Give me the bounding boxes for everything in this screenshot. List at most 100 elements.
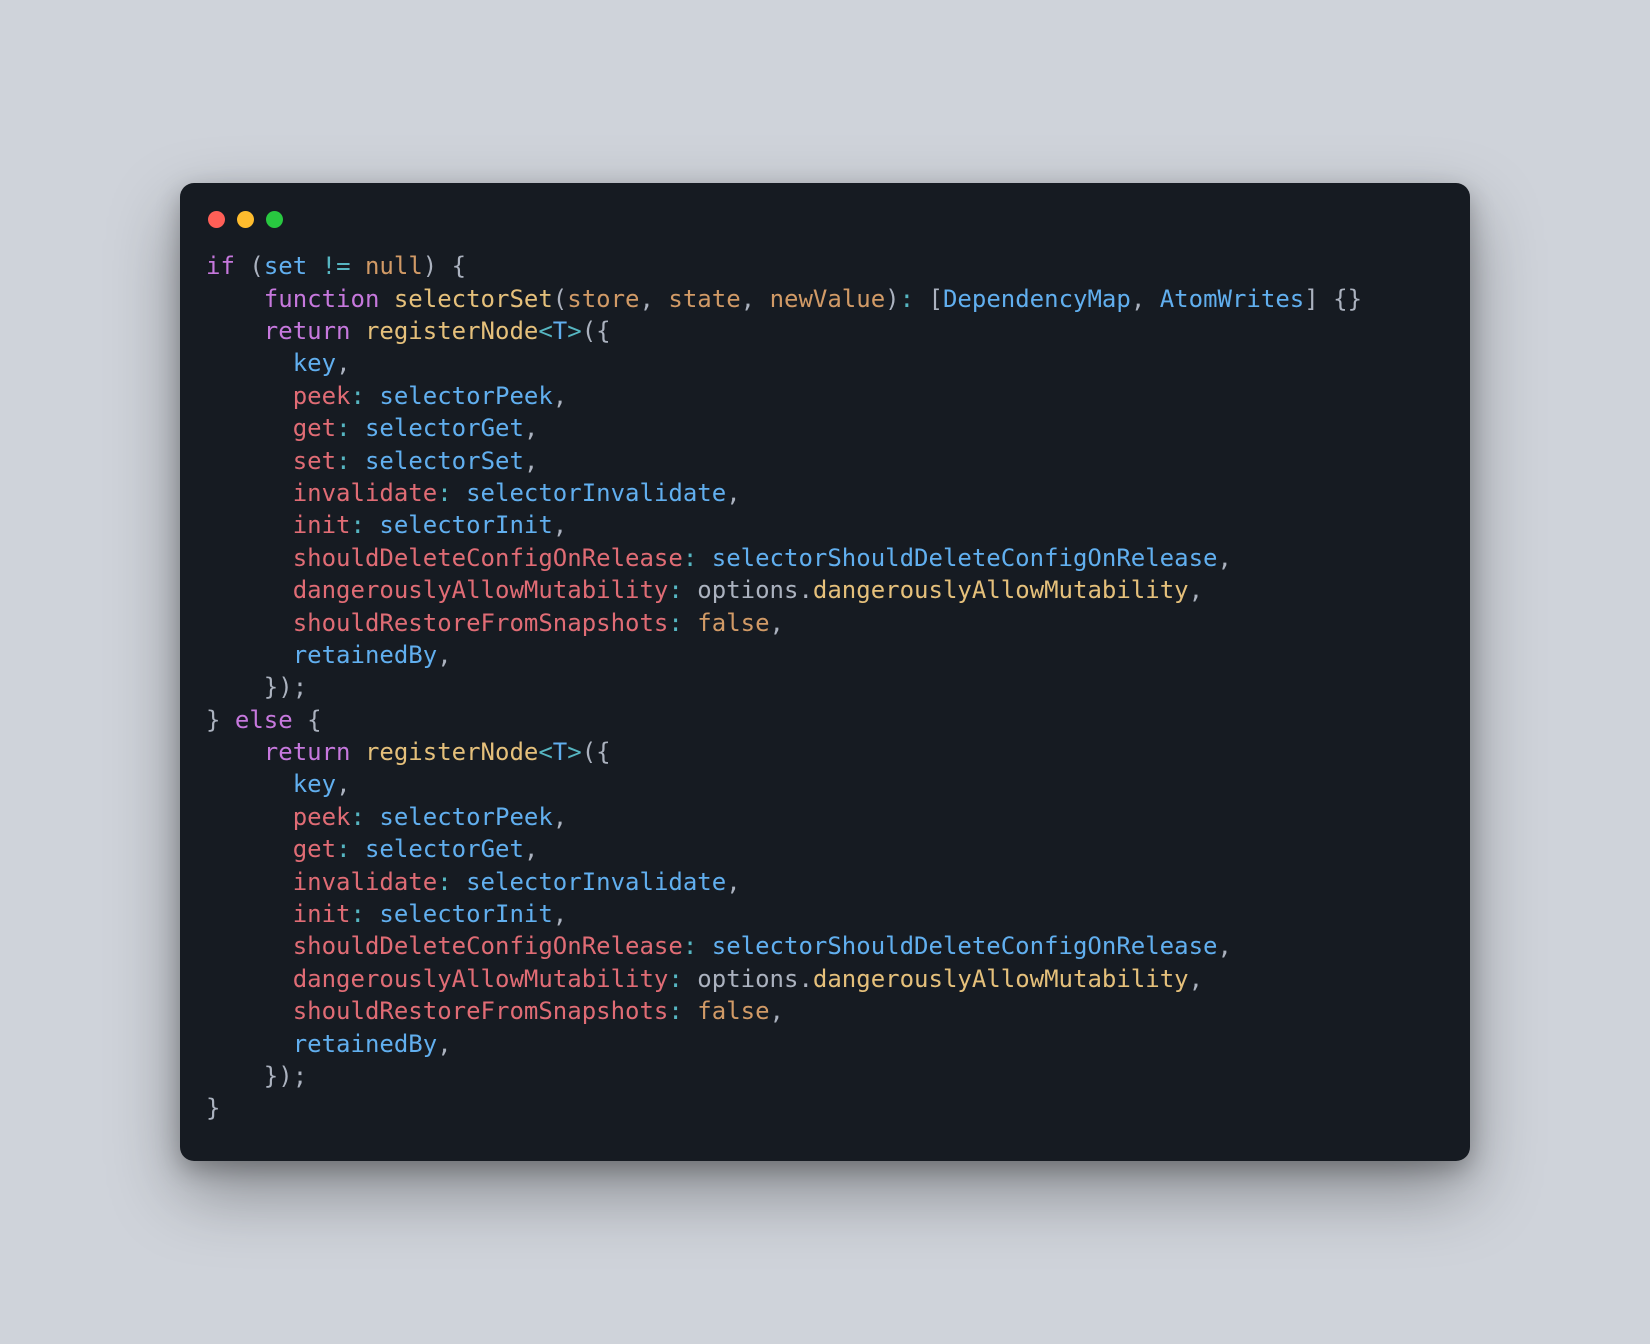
token-pun: , <box>1189 965 1203 993</box>
token-prop: invalidate <box>293 479 438 507</box>
code-line: set: selectorSet, <box>206 447 538 475</box>
token-pun: , <box>437 641 451 669</box>
token-pun: . <box>798 965 812 993</box>
token-op: : <box>437 479 451 507</box>
token-parm: state <box>668 285 740 313</box>
token-fn: dangerouslyAllowMutability <box>813 576 1189 604</box>
token-kw: return <box>264 738 351 766</box>
token-pun: , <box>553 382 567 410</box>
token-op: < <box>538 317 552 345</box>
token-typ: T <box>553 317 567 345</box>
page-background: if (set != null) { function selectorSet(… <box>0 0 1650 1344</box>
token-kw: function <box>264 285 380 313</box>
close-icon[interactable] <box>208 211 225 228</box>
token-op: : <box>351 900 365 928</box>
token-pun <box>351 252 365 280</box>
token-pun <box>206 544 293 572</box>
code-line: get: selectorGet, <box>206 414 538 442</box>
token-parm: newValue <box>770 285 886 313</box>
token-lit: false <box>697 997 769 1025</box>
token-kw: if <box>206 252 235 280</box>
token-pun <box>206 965 293 993</box>
token-pun: , <box>1131 285 1160 313</box>
code-line: return registerNode<T>({ <box>206 317 611 345</box>
token-var: selectorInit <box>379 900 552 928</box>
token-op: > <box>567 738 581 766</box>
code-line: init: selectorInit, <box>206 900 567 928</box>
token-var: selectorInvalidate <box>466 479 726 507</box>
code-line: shouldDeleteConfigOnRelease: selectorSho… <box>206 544 1232 572</box>
zoom-icon[interactable] <box>266 211 283 228</box>
token-pun: , <box>336 770 350 798</box>
code-line: } else { <box>206 706 322 734</box>
window-traffic-lights <box>206 207 1444 250</box>
token-op: != <box>322 252 351 280</box>
code-line: init: selectorInit, <box>206 511 567 539</box>
token-var: selectorGet <box>365 414 524 442</box>
token-pun <box>307 252 321 280</box>
token-var: key <box>293 770 336 798</box>
token-var: retainedBy <box>293 641 438 669</box>
token-prop: dangerouslyAllowMutability <box>293 965 669 993</box>
token-pun: }); <box>206 1062 307 1090</box>
token-pun: , <box>437 1030 451 1058</box>
token-pun <box>206 285 264 313</box>
token-pun <box>206 447 293 475</box>
code-window: if (set != null) { function selectorSet(… <box>180 183 1470 1161</box>
code-line: dangerouslyAllowMutability: options.dang… <box>206 576 1203 604</box>
token-pun <box>206 641 293 669</box>
token-prop: peek <box>293 803 351 831</box>
token-pun: , <box>726 868 740 896</box>
token-var: selectorInit <box>379 511 552 539</box>
token-pun <box>206 609 293 637</box>
token-pun <box>206 770 293 798</box>
token-pun: , <box>1189 576 1203 604</box>
token-typ: T <box>553 738 567 766</box>
token-pun: { <box>293 706 322 734</box>
token-var: selectorShouldDeleteConfigOnRelease <box>712 544 1218 572</box>
token-pun: ) <box>885 285 899 313</box>
token-pun: ] {} <box>1304 285 1362 313</box>
token-pun <box>683 609 697 637</box>
token-pun: }); <box>206 673 307 701</box>
code-line: if (set != null) { <box>206 252 466 280</box>
code-line: } <box>206 1094 220 1122</box>
code-line: }); <box>206 1062 307 1090</box>
token-prop: init <box>293 511 351 539</box>
token-pun: ) { <box>423 252 466 280</box>
token-pun: , <box>553 900 567 928</box>
token-op: : <box>668 576 682 604</box>
token-pun <box>379 285 393 313</box>
token-prop: dangerouslyAllowMutability <box>293 576 669 604</box>
token-pun <box>206 349 293 377</box>
token-pun <box>206 1030 293 1058</box>
token-op: : <box>437 868 451 896</box>
token-prop: shouldRestoreFromSnapshots <box>293 609 669 637</box>
token-pun: , <box>741 285 770 313</box>
token-pun: ({ <box>582 738 611 766</box>
token-pun: ({ <box>582 317 611 345</box>
token-pun <box>206 479 293 507</box>
token-fn: registerNode <box>365 738 538 766</box>
token-id: options <box>697 965 798 993</box>
token-pun: , <box>640 285 669 313</box>
token-pun <box>206 835 293 863</box>
token-pun: } <box>206 1094 220 1122</box>
code-line: }); <box>206 673 307 701</box>
token-parm: store <box>567 285 639 313</box>
token-prop: set <box>293 447 336 475</box>
code-line: key, <box>206 349 351 377</box>
token-prop: get <box>293 835 336 863</box>
token-pun <box>683 997 697 1025</box>
minimize-icon[interactable] <box>237 211 254 228</box>
token-op: : <box>683 544 697 572</box>
token-pun: ( <box>235 252 264 280</box>
token-pun: , <box>726 479 740 507</box>
token-pun <box>206 511 293 539</box>
code-line: dangerouslyAllowMutability: options.dang… <box>206 965 1203 993</box>
token-pun <box>206 414 293 442</box>
token-pun: , <box>553 803 567 831</box>
token-op: : <box>336 447 350 475</box>
token-op: : <box>336 835 350 863</box>
token-fn: dangerouslyAllowMutability <box>813 965 1189 993</box>
